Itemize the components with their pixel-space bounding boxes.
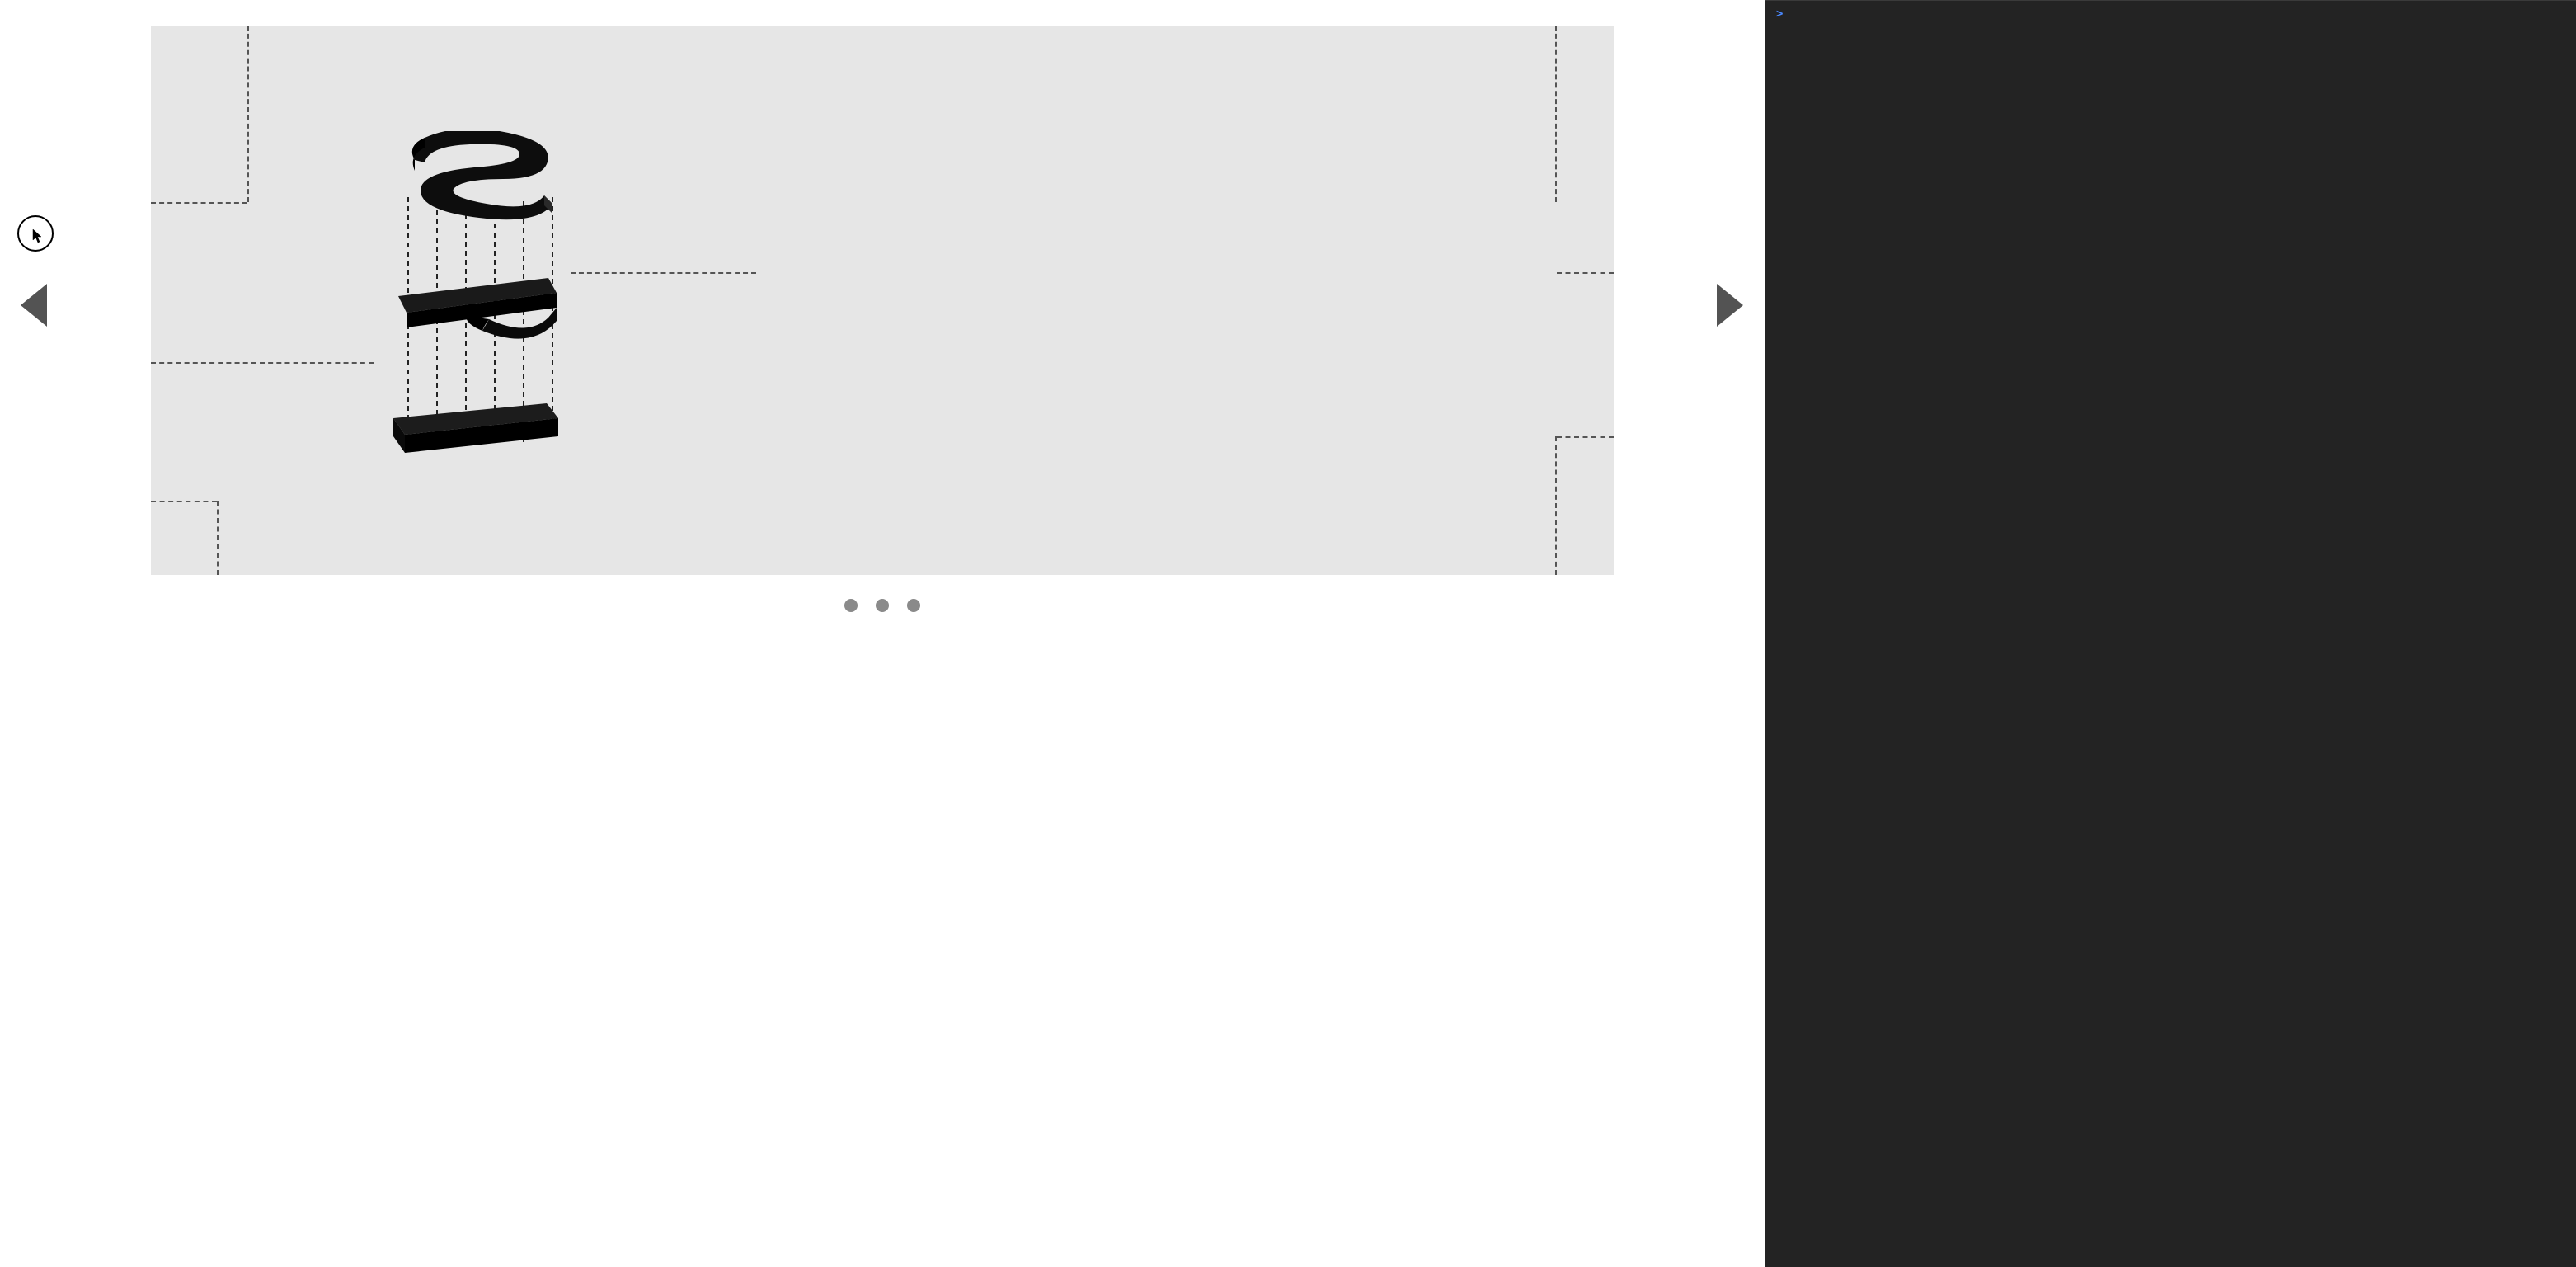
slide-dots (844, 599, 920, 612)
console-prompt-line: > (1776, 7, 2119, 21)
letter-i-icon (393, 403, 558, 453)
cursor-indicator-icon (17, 215, 54, 252)
exploded-3d-logo (383, 131, 565, 469)
next-slide-button[interactable] (1717, 284, 1743, 327)
logo-svg (383, 131, 565, 469)
letter-s-icon (412, 131, 552, 219)
slide-dot-3[interactable] (907, 599, 920, 612)
console-input[interactable] (1789, 7, 2119, 21)
slide-guides (151, 26, 1614, 575)
slide-dot-2[interactable] (876, 599, 889, 612)
letter-j-icon (398, 278, 557, 339)
console-prompt-icon: > (1776, 7, 1783, 21)
slideshow-pane (0, 0, 1765, 1267)
devtools-console-pane: > (1765, 0, 2576, 1267)
slide-viewport (151, 26, 1614, 575)
prev-slide-button[interactable] (21, 284, 47, 327)
slide-dot-1[interactable] (844, 599, 858, 612)
